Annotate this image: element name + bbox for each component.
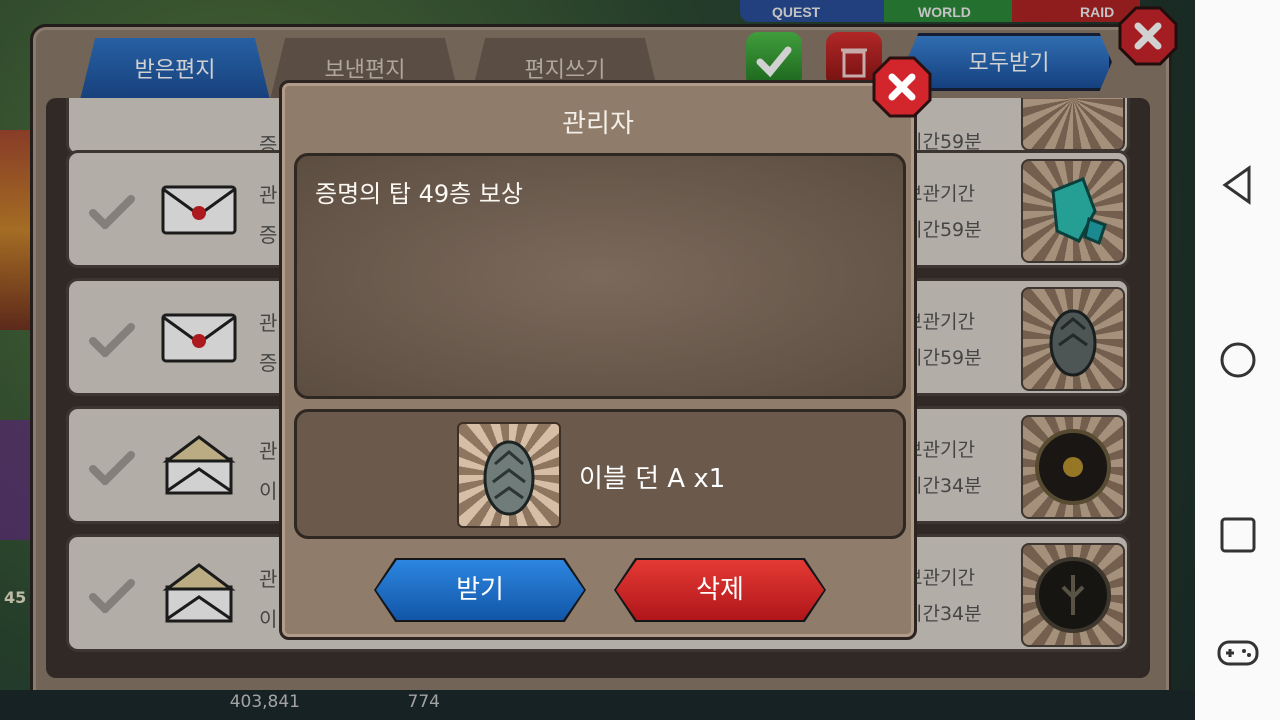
gamepad-icon[interactable] <box>1215 630 1261 676</box>
close-icon <box>872 56 932 118</box>
message-box: 증명의 탑 49층 보상 <box>294 153 906 399</box>
attachment-box: 이블 던 A x1 <box>294 409 906 539</box>
recent-apps-icon[interactable] <box>1215 512 1261 558</box>
game-background: QUEST WORLD RAID 받은편지 보낸편지 편지쓰기 모두받기 증 시… <box>0 0 1195 720</box>
back-icon[interactable] <box>1215 162 1261 208</box>
receive-button[interactable]: 받기 <box>376 560 584 620</box>
android-navigation-bar <box>1195 0 1280 720</box>
attachment-slot <box>457 422 561 528</box>
egg-icon <box>483 440 535 516</box>
attachment-label: 이블 던 A x1 <box>579 464 726 494</box>
delete-button[interactable]: 삭제 <box>616 560 824 620</box>
mail-detail-dialog: 관리자 증명의 탑 49층 보상 이블 던 A x1 받기 삭제 <box>279 80 917 640</box>
home-icon[interactable] <box>1215 337 1261 383</box>
close-dialog-button[interactable] <box>872 56 932 118</box>
dialog-title: 관리자 <box>562 109 634 139</box>
message-text: 증명의 탑 49층 보상 <box>315 180 523 208</box>
